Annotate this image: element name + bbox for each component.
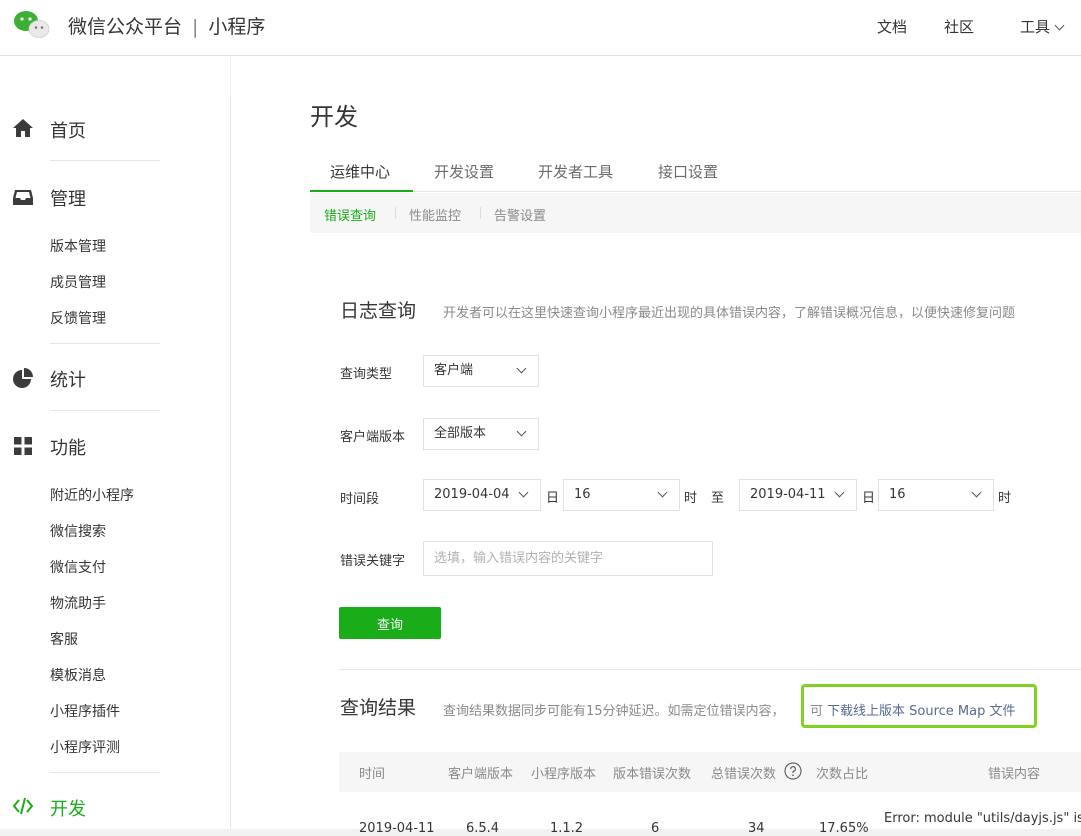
active-tab-indicator xyxy=(310,190,413,192)
inbox-icon xyxy=(13,190,33,205)
nav-docs-link[interactable]: 文档 xyxy=(877,16,907,37)
start-hour-value: 16 xyxy=(574,487,591,502)
subtab-error-query[interactable]: 错误查询 xyxy=(324,205,376,224)
client-version-value: 全部版本 xyxy=(434,426,487,441)
log-query-desc: 开发者可以在这里快速查询小程序最近出现的具体错误内容，了解错误概况信息，以便快速… xyxy=(443,306,1016,321)
nav-tools-menu[interactable]: 工具 xyxy=(1020,16,1065,37)
code-icon xyxy=(12,797,34,815)
client-version-label: 客户端版本 xyxy=(340,430,406,445)
nav-community-link[interactable]: 社区 xyxy=(944,16,974,37)
query-type-label: 查询类型 xyxy=(340,367,393,382)
sidebar-divider-line xyxy=(50,410,160,411)
end-hour-unit: 时 xyxy=(998,491,1012,506)
column-header-version-errors: 版本错误次数 xyxy=(613,767,692,782)
sidebar-item-nearby[interactable]: 附近的小程序 xyxy=(50,485,134,505)
sidebar-divider-line xyxy=(50,343,160,344)
column-header-total-errors: 总错误次数 xyxy=(711,767,777,782)
start-day-unit: 日 xyxy=(546,491,560,506)
tabs-divider xyxy=(310,191,1081,192)
end-hour-select[interactable]: 16 xyxy=(878,479,994,511)
tab-ops-center[interactable]: 运维中心 xyxy=(330,161,390,182)
table-cell-error-content[interactable]: Error: module "utils/dayjs.js" is n xyxy=(884,811,1081,826)
chevron-down-icon xyxy=(1054,20,1065,31)
column-header-error-content: 错误内容 xyxy=(988,767,1041,782)
results-desc: 查询结果数据同步可能有15分钟延迟。如需定位错误内容， xyxy=(443,704,785,719)
tab-dev-tools[interactable]: 开发者工具 xyxy=(538,161,613,182)
end-date-value: 2019-04-11 xyxy=(750,487,826,502)
sidebar-item-develop[interactable]: 开发 xyxy=(50,795,86,821)
nav-tools-label: 工具 xyxy=(1020,18,1051,36)
wechat-logo-icon[interactable] xyxy=(12,9,50,39)
subtab-separator xyxy=(480,207,481,219)
sidebar-item-logistics[interactable]: 物流助手 xyxy=(50,593,106,613)
client-version-select[interactable]: 全部版本 xyxy=(423,418,539,450)
sidebar-item-plugin[interactable]: 小程序插件 xyxy=(50,701,120,721)
brand-title[interactable]: 微信公众平台 | 小程序 xyxy=(68,12,265,39)
home-icon xyxy=(13,119,33,137)
end-hour-value: 16 xyxy=(889,487,906,502)
sidebar-item-stats[interactable]: 统计 xyxy=(50,366,86,392)
chevron-down-icon xyxy=(834,487,845,498)
top-header: 微信公众平台 | 小程序 文档 社区 工具 xyxy=(0,0,1081,56)
subtab-separator xyxy=(395,207,396,219)
download-sourcemap-link[interactable]: 下载线上版本 Source Map 文件 xyxy=(827,700,1015,719)
query-button[interactable]: 查询 xyxy=(339,607,441,639)
log-query-title: 日志查询 xyxy=(340,300,417,322)
sidebar-item-search[interactable]: 微信搜索 xyxy=(50,521,106,541)
query-type-value: 客户端 xyxy=(434,363,474,378)
start-hour-select[interactable]: 16 xyxy=(563,479,680,511)
to-label: 至 xyxy=(711,491,725,506)
keyword-input[interactable] xyxy=(423,541,713,576)
sidebar-item-template-message[interactable]: 模板消息 xyxy=(50,665,106,685)
keyword-label: 错误关键字 xyxy=(340,554,406,569)
sidebar-item-features[interactable]: 功能 xyxy=(50,434,86,460)
start-date-select[interactable]: 2019-04-04 xyxy=(423,479,541,511)
help-icon[interactable] xyxy=(784,762,802,780)
sidebar-item-feedback-manage[interactable]: 反馈管理 xyxy=(50,308,106,328)
column-header-app-version: 小程序版本 xyxy=(531,767,597,782)
chevron-down-icon xyxy=(518,487,529,498)
sidebar-divider-line xyxy=(50,160,160,161)
end-day-unit: 日 xyxy=(862,491,876,506)
tab-dev-settings[interactable]: 开发设置 xyxy=(434,161,494,182)
sidebar-item-review[interactable]: 小程序评测 xyxy=(50,737,120,757)
sidebar-item-manage[interactable]: 管理 xyxy=(50,185,86,211)
sidebar-item-version-manage[interactable]: 版本管理 xyxy=(50,236,106,256)
chevron-down-icon xyxy=(516,426,527,437)
subtab-performance[interactable]: 性能监控 xyxy=(409,205,461,224)
column-header-ratio: 次数占比 xyxy=(816,767,869,782)
tab-api-settings[interactable]: 接口设置 xyxy=(658,161,718,182)
sidebar-item-customer-service[interactable]: 客服 xyxy=(50,629,78,649)
sidebar-item-member-manage[interactable]: 成员管理 xyxy=(50,272,106,292)
chevron-down-icon xyxy=(971,487,982,498)
section-divider xyxy=(339,669,1081,670)
sidebar-item-home[interactable]: 首页 xyxy=(50,117,86,143)
page-title: 开发 xyxy=(310,103,358,131)
query-type-select[interactable]: 客户端 xyxy=(423,355,539,387)
start-hour-unit: 时 xyxy=(684,491,698,506)
column-header-client-version: 客户端版本 xyxy=(448,767,514,782)
sidebar-item-pay[interactable]: 微信支付 xyxy=(50,557,106,577)
grid-icon xyxy=(14,437,32,455)
pie-chart-icon xyxy=(13,368,33,388)
sidebar-divider-line xyxy=(50,772,160,773)
brand-product: 小程序 xyxy=(208,16,266,38)
start-date-value: 2019-04-04 xyxy=(434,487,510,502)
brand-name: 微信公众平台 xyxy=(68,16,183,38)
results-title: 查询结果 xyxy=(340,697,417,719)
end-date-select[interactable]: 2019-04-11 xyxy=(739,479,857,511)
chevron-down-icon xyxy=(516,363,527,374)
time-range-label: 时间段 xyxy=(340,492,380,507)
brand-separator: | xyxy=(192,16,199,38)
chevron-down-icon xyxy=(657,487,668,498)
subtab-alerts[interactable]: 告警设置 xyxy=(494,205,546,224)
column-header-time: 时间 xyxy=(359,767,386,782)
